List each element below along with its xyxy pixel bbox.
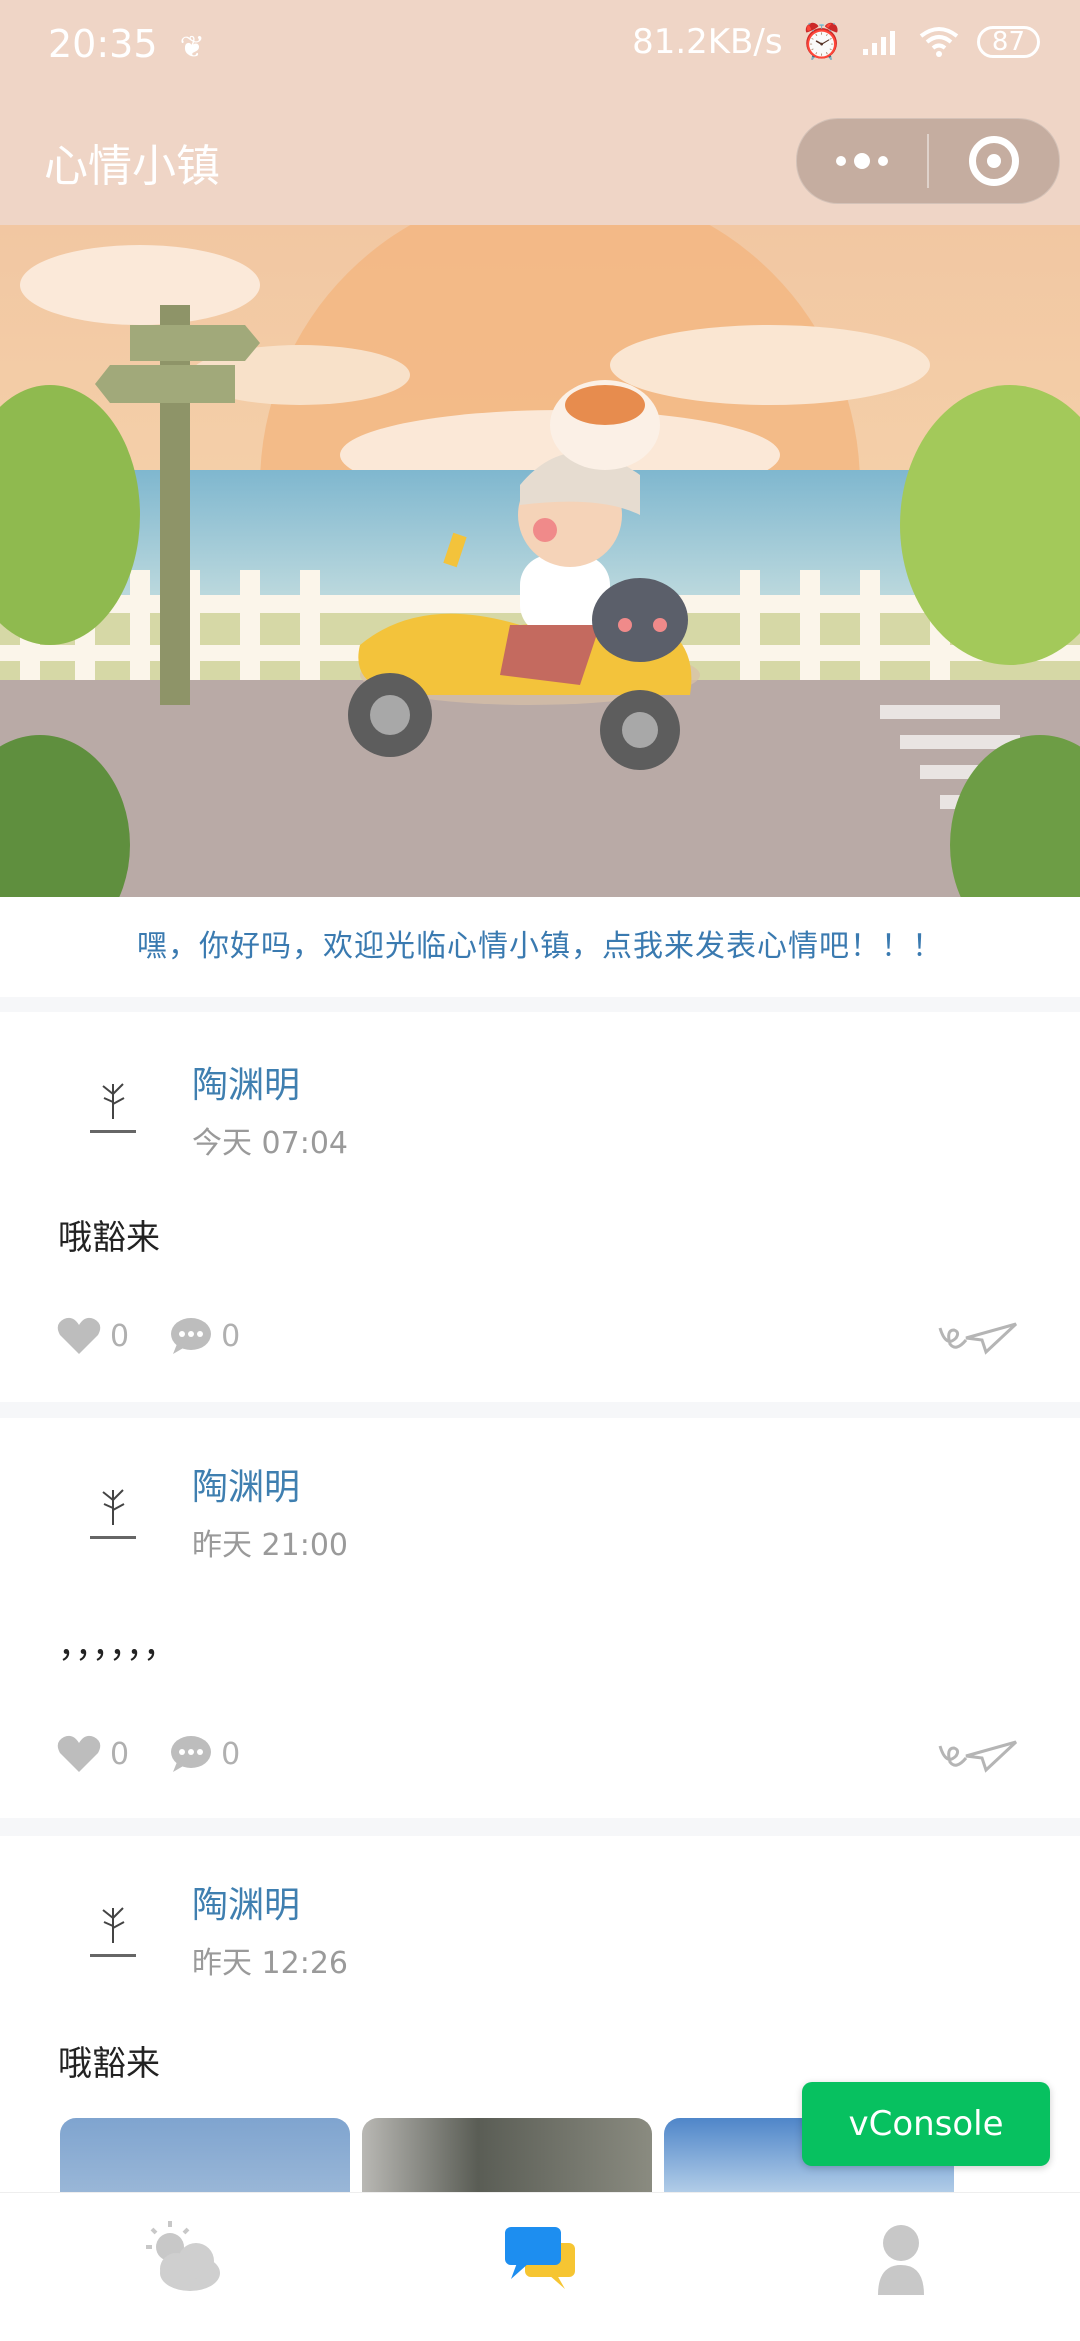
comment-count: 0 [221, 1318, 241, 1354]
post-text: 哦豁来 [58, 1218, 160, 1258]
vconsole-button[interactable]: vConsole [802, 2082, 1050, 2166]
alarm-icon: ⏰ [800, 22, 843, 62]
leaf-icon: ❦ [179, 30, 205, 65]
like-count: 0 [110, 1318, 130, 1354]
author-name[interactable]: 陶渊明 [192, 1458, 300, 1510]
paper-plane-share-icon[interactable] [938, 1318, 1018, 1358]
post-actions: 0 0 [56, 1730, 280, 1778]
post-card: 陶渊明 今天 07:04 哦豁来 0 0 [0, 1012, 1080, 1402]
more-dots-icon [836, 153, 888, 169]
wifi-icon [919, 27, 959, 57]
like-heart-icon[interactable] [56, 1316, 102, 1356]
post-text: ，，，，，， [58, 1626, 177, 1666]
post-time: 昨天 12:26 [192, 1946, 348, 1981]
avatar[interactable] [68, 1064, 158, 1154]
signal-icon [862, 31, 895, 55]
status-time: 20:35 ❦ [48, 22, 205, 66]
post-image[interactable] [362, 2118, 652, 2198]
status-indicators: 81.2KB/s ⏰ 87 [632, 22, 1040, 62]
user-icon[interactable] [856, 2213, 946, 2303]
bottom-tab-bar [0, 2192, 1080, 2341]
avatar[interactable] [68, 1888, 158, 1978]
weather-icon[interactable] [136, 2213, 226, 2303]
close-miniprogram-button[interactable] [929, 119, 1059, 203]
author-name[interactable]: 陶渊明 [192, 1056, 300, 1108]
clock-text: 20:35 [48, 22, 158, 66]
post-time: 今天 07:04 [192, 1126, 348, 1161]
like-heart-icon[interactable] [56, 1734, 102, 1774]
page-title: 心情小镇 [44, 141, 220, 192]
comment-icon[interactable] [169, 1734, 213, 1774]
like-count: 0 [110, 1736, 130, 1772]
more-button[interactable] [797, 119, 927, 203]
target-circle-icon [969, 136, 1019, 186]
comment-count: 0 [221, 1736, 241, 1772]
post-time: 昨天 21:00 [192, 1528, 348, 1563]
paper-plane-share-icon[interactable] [938, 1736, 1018, 1776]
comment-icon[interactable] [169, 1316, 213, 1356]
hero-banner-image [0, 225, 1080, 897]
battery-indicator: 87 [976, 26, 1040, 58]
avatar[interactable] [68, 1470, 158, 1560]
header: 20:35 ❦ 81.2KB/s ⏰ 87 心情小镇 [0, 0, 1080, 225]
post-mood-prompt[interactable]: 嘿，你好吗，欢迎光临心情小镇，点我来发表心情吧！！！ [0, 897, 1080, 997]
post-card: 陶渊明 昨天 21:00 ，，，，，， 0 0 [0, 1418, 1080, 1818]
post-image[interactable] [60, 2118, 350, 2198]
post-text: 哦豁来 [58, 2044, 160, 2084]
post-actions: 0 0 [56, 1312, 280, 1360]
net-speed: 81.2KB/s [632, 22, 783, 62]
author-name[interactable]: 陶渊明 [192, 1876, 300, 1928]
chat-bubbles-icon[interactable] [495, 2213, 585, 2303]
miniprogram-capsule [796, 118, 1060, 204]
